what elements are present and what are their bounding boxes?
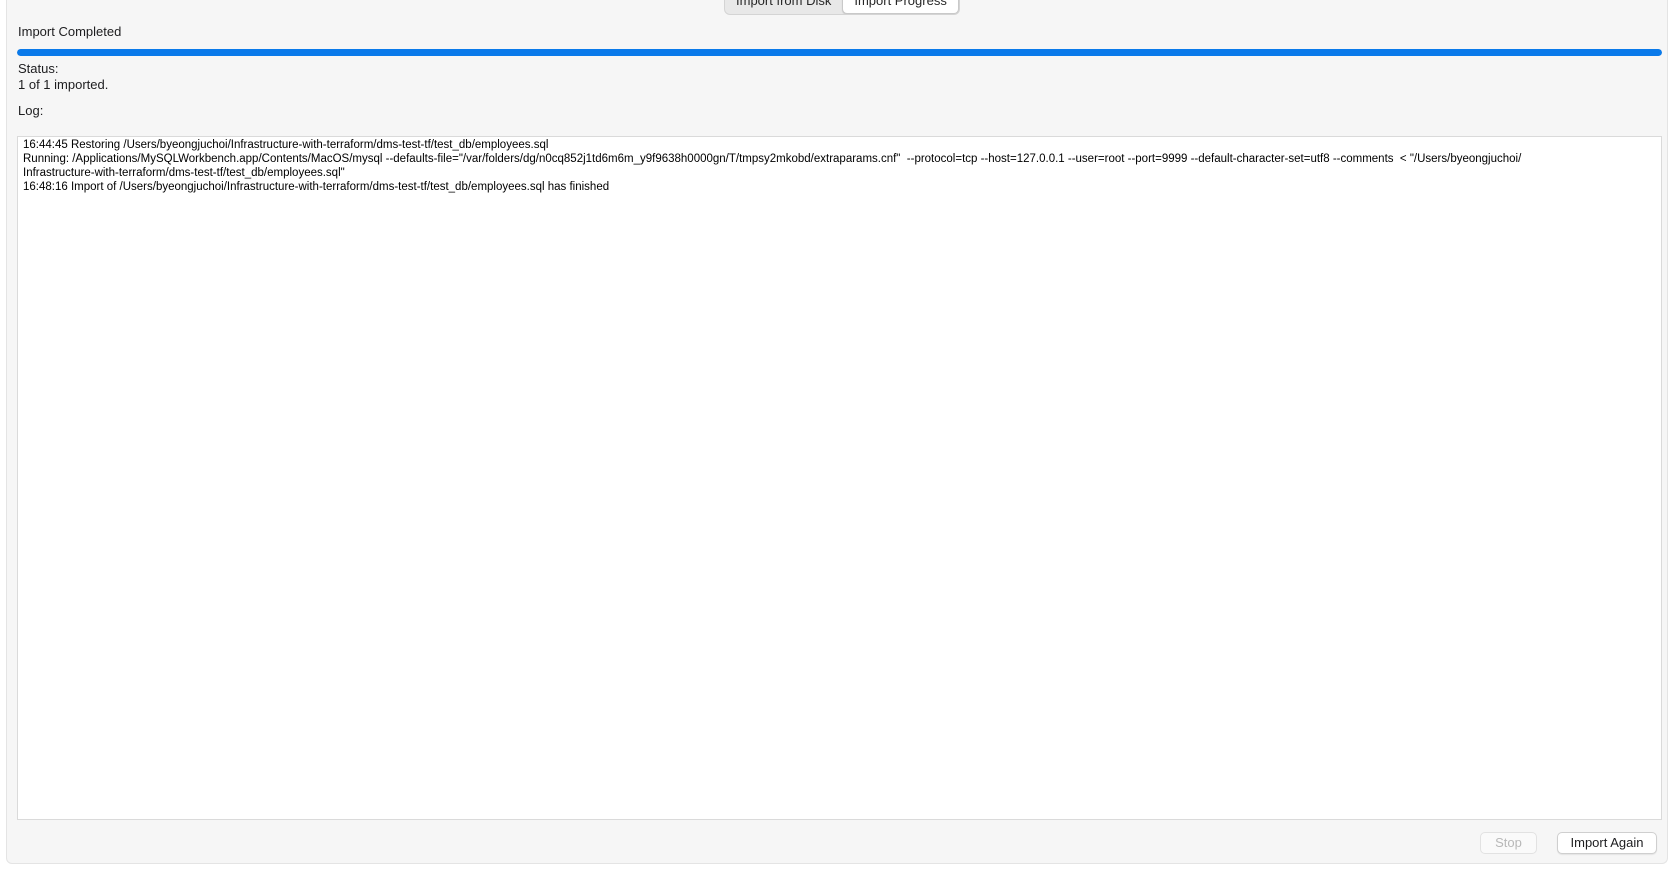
tab-bar: Import from Disk Import Progress xyxy=(724,0,960,15)
status-label: Status: xyxy=(18,61,59,76)
status-value: 1 of 1 imported. xyxy=(18,77,109,92)
tab-import-from-disk[interactable]: Import from Disk xyxy=(725,0,842,14)
progress-bar xyxy=(17,49,1662,56)
tab-import-progress[interactable]: Import Progress xyxy=(842,0,959,14)
log-textarea[interactable]: 16:44:45 Restoring /Users/byeongjuchoi/I… xyxy=(17,136,1662,820)
stop-button[interactable]: Stop xyxy=(1480,832,1537,854)
log-label: Log: xyxy=(18,103,44,118)
log-line: 16:44:45 Restoring /Users/byeongjuchoi/I… xyxy=(23,139,549,151)
log-line: Running: /Applications/MySQLWorkbench.ap… xyxy=(23,153,1522,179)
import-again-button[interactable]: Import Again xyxy=(1557,832,1657,854)
log-line: 16:48:16 Import of /Users/byeongjuchoi/I… xyxy=(23,181,610,193)
progress-title: Import Completed xyxy=(18,24,122,39)
progress-bar-fill xyxy=(17,49,1662,56)
